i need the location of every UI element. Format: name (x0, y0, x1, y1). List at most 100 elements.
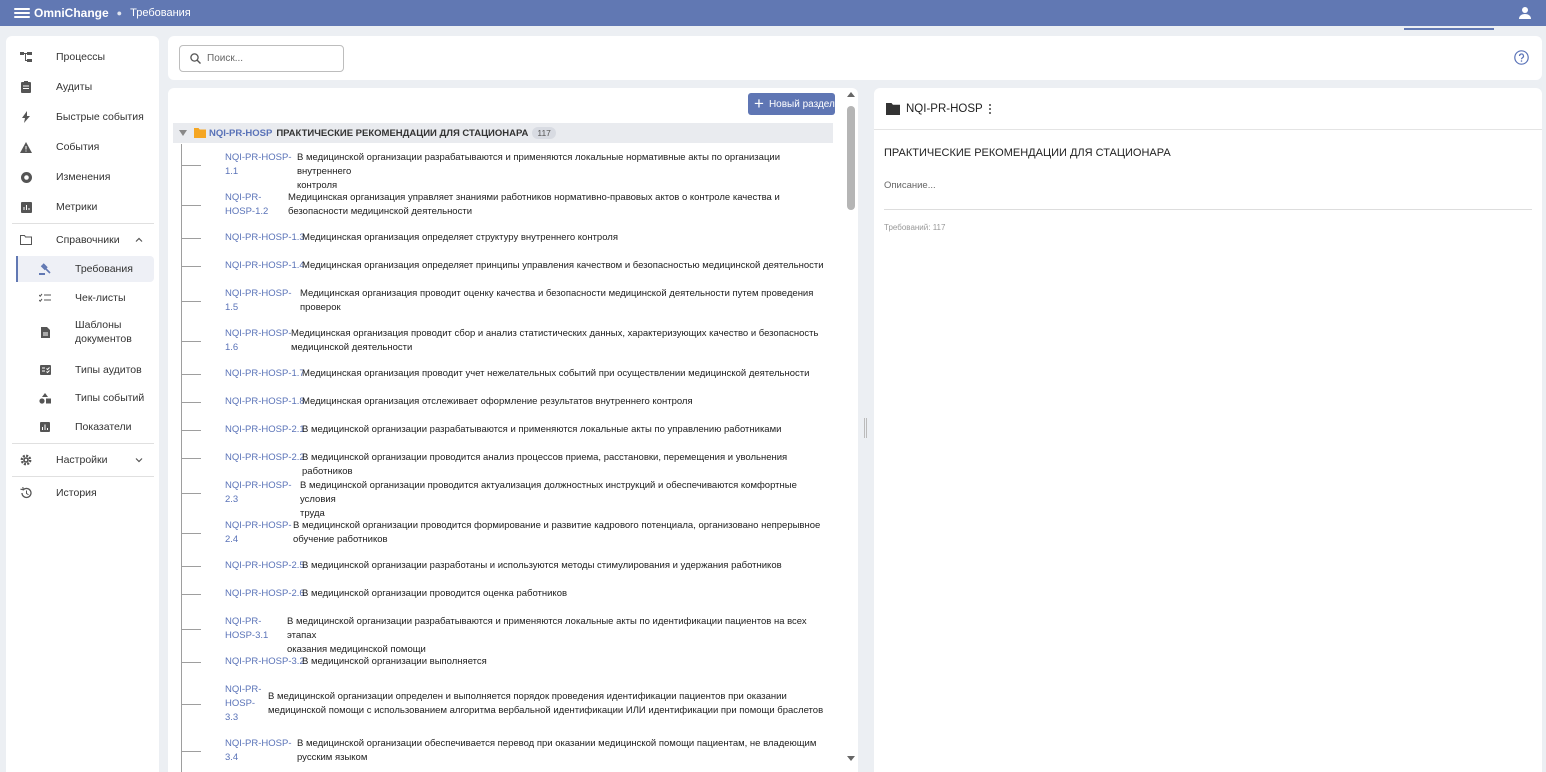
panel-splitter-handle[interactable] (864, 418, 867, 438)
requirement-row[interactable]: NQI-PR-HOSP- 3.4 В медицинской организации… (181, 737, 831, 765)
requirement-code-part: NQI-PR- (225, 616, 262, 627)
sidebar-item-changes[interactable]: Изменения (6, 164, 159, 190)
requirement-code-part: NQI-PR-HOSP- (225, 152, 292, 163)
requirement-code[interactable]: NQI-PR- HOSP-1.2 (225, 191, 268, 219)
requirement-code[interactable]: NQI-PR-HOSP- 1.5 (225, 287, 292, 315)
sidebar-item-processes[interactable]: Процессы (6, 44, 159, 70)
menu-icon[interactable] (14, 6, 30, 20)
scrollbar-thumb[interactable] (847, 106, 855, 210)
requirement-row[interactable]: NQI-PR-HOSP-2.1 В медицинской организации… (181, 423, 831, 437)
requirement-text-line: Медицинская организация проводит учет не… (302, 368, 810, 379)
requirement-row[interactable]: NQI-PR-HOSP-3.2 В медицинской организации… (181, 655, 831, 669)
document-icon (39, 326, 51, 338)
search-box[interactable] (179, 45, 344, 72)
sidebar-item-metrics[interactable]: Метрики (6, 194, 159, 220)
requirement-code[interactable]: NQI-PR- HOSP- 3.3 (225, 683, 261, 725)
requirement-code[interactable]: NQI-PR-HOSP-2.6 (225, 587, 305, 601)
requirements-tree-panel: + Новый раздел NQI-PR-HOSP ПРАКТИЧЕСКИЕ Р… (168, 88, 858, 772)
requirement-text: Медицинская организация проводит учет не… (302, 367, 809, 381)
sidebar-item-event-types[interactable]: Типы событий (6, 385, 159, 411)
requirement-code[interactable]: NQI-PR-HOSP-1.7 (225, 367, 305, 381)
requirement-code[interactable]: NQI-PR-HOSP-1.3 (225, 231, 305, 245)
requirement-row[interactable]: NQI-PR- HOSP-3.1 В медицинской организации… (181, 615, 831, 655)
sidebar-group-settings[interactable]: Настройки (6, 447, 159, 473)
requirement-text: Медицинская организация проводит сбор и … (291, 327, 818, 355)
sidebar-item-requirements[interactable]: Требования (16, 256, 154, 282)
user-icon[interactable] (1518, 6, 1532, 20)
requirement-row[interactable]: NQI-PR-HOSP-1.8 Медицинская организация о… (181, 395, 831, 409)
requirement-code-part: NQI-PR-HOSP-2.2 (225, 452, 305, 463)
requirement-row[interactable]: NQI-PR-HOSP- 1.5 Медицинская организация п… (181, 287, 831, 315)
chevron-down-icon[interactable] (135, 456, 143, 464)
requirement-code[interactable]: NQI-PR-HOSP- 1.1 (225, 151, 292, 179)
sidebar-item-audit-types[interactable]: Типы аудитов (6, 357, 159, 383)
requirement-text-line: В медицинской организации обеспечивается… (297, 738, 817, 749)
requirement-text: В медицинской организации проводится акт… (300, 479, 831, 521)
requirement-code[interactable]: NQI-PR-HOSP- 1.6 (225, 327, 292, 355)
app-brand[interactable]: OmniChange (34, 6, 109, 20)
process-icon (20, 51, 32, 63)
requirement-row[interactable]: NQI-PR-HOSP- 1.6 Медицинская организация п… (181, 327, 831, 355)
section-count-badge: 117 (532, 127, 556, 139)
top-bar: OmniChange ● Требования (0, 0, 1546, 26)
requirement-code[interactable]: NQI-PR-HOSP-1.4 (225, 259, 305, 273)
requirement-code[interactable]: NQI-PR-HOSP- 2.4 (225, 519, 292, 547)
section-code[interactable]: NQI-PR-HOSP (209, 128, 272, 139)
sidebar-item-document-templates[interactable]: Шаблоны документов (6, 312, 159, 352)
requirement-text-line: медицинской деятельности (291, 342, 413, 353)
help-icon[interactable] (1514, 50, 1529, 65)
scroll-down-arrow-icon[interactable] (847, 756, 855, 761)
chevron-up-icon[interactable] (135, 236, 143, 244)
description-field[interactable]: Описание... (884, 180, 936, 191)
requirement-code-part: NQI-PR- (225, 192, 262, 203)
requirement-code[interactable]: NQI-PR-HOSP-2.5 (225, 559, 305, 573)
sidebar-item-events[interactable]: События (6, 134, 159, 160)
bar-chart-icon (39, 421, 51, 433)
sidebar-item-quick-events[interactable]: Быстрые события (6, 104, 159, 130)
requirement-row[interactable]: NQI-PR-HOSP-2.6 В медицинской организации… (181, 587, 831, 601)
sidebar-item-history[interactable]: История (6, 480, 159, 506)
requirement-text-line: В медицинской организации проводится оце… (302, 588, 568, 599)
requirement-code[interactable]: NQI-PR-HOSP- 2.3 (225, 479, 292, 507)
plus-icon: + (754, 94, 764, 113)
requirement-row[interactable]: NQI-PR-HOSP- 2.3 В медицинской организации… (181, 479, 831, 519)
header-accent-line (1404, 28, 1494, 30)
requirement-row[interactable]: NQI-PR-HOSP- 1.1 В медицинской организации… (181, 151, 831, 191)
audit-type-icon (39, 364, 51, 376)
requirement-code-part: HOSP-3.1 (225, 630, 269, 641)
requirement-row[interactable]: NQI-PR- HOSP- 3.3 В медицинской организации… (181, 683, 831, 725)
requirement-row[interactable]: NQI-PR-HOSP-1.4 Медицинская организация о… (181, 259, 831, 273)
requirement-code[interactable]: NQI-PR-HOSP- 3.4 (225, 737, 292, 765)
requirement-text-line: В медицинской организации разработаны и … (302, 560, 782, 571)
sidebar-item-audits[interactable]: Аудиты (6, 74, 159, 100)
tree-branch-line (181, 402, 201, 403)
requirement-row[interactable]: NQI-PR-HOSP-2.5 В медицинской организации… (181, 559, 831, 573)
requirement-row[interactable]: NQI-PR-HOSP-1.3 Медицинская организация о… (181, 231, 831, 245)
change-icon (20, 171, 32, 183)
list-scrollbar[interactable] (845, 88, 857, 772)
gavel-icon (39, 263, 51, 275)
requirement-code[interactable]: NQI-PR-HOSP-1.8 (225, 395, 305, 409)
section-row[interactable]: NQI-PR-HOSP ПРАКТИЧЕСКИЕ РЕКОМЕНДАЦИИ ДЛ… (173, 123, 833, 143)
requirement-row[interactable]: NQI-PR-HOSP- 2.4 В медицинской организации… (181, 519, 831, 547)
requirement-code[interactable]: NQI-PR-HOSP-3.2 (225, 655, 305, 669)
search-input[interactable] (207, 53, 337, 64)
tree-branch-line (181, 238, 201, 239)
more-options-icon[interactable] (988, 103, 993, 114)
requirement-code[interactable]: NQI-PR-HOSP-2.1 (225, 423, 305, 437)
tree-branch-line (181, 430, 201, 431)
requirement-row[interactable]: NQI-PR-HOSP-1.7 Медицинская организация п… (181, 367, 831, 381)
expand-triangle-icon[interactable] (179, 130, 187, 136)
tree-branch-line (181, 662, 201, 663)
requirement-text-line: В медицинской организации разрабатываютс… (302, 424, 782, 435)
new-section-button[interactable]: + Новый раздел (748, 93, 835, 115)
requirement-code[interactable]: NQI-PR-HOSP-2.2 (225, 451, 305, 465)
requirement-code[interactable]: NQI-PR- HOSP-3.1 (225, 615, 268, 643)
sidebar-item-checklists[interactable]: Чек-листы (6, 285, 159, 311)
sidebar-item-indicators[interactable]: Показатели (6, 414, 159, 440)
scroll-up-arrow-icon[interactable] (847, 92, 855, 97)
sidebar-group-directories[interactable]: Справочники (6, 227, 159, 253)
requirement-row[interactable]: NQI-PR-HOSP-2.2 В медицинской организации… (181, 451, 831, 477)
requirement-row[interactable]: NQI-PR- HOSP-1.2 Медицинская организация у… (181, 191, 831, 219)
gear-icon (20, 454, 32, 466)
